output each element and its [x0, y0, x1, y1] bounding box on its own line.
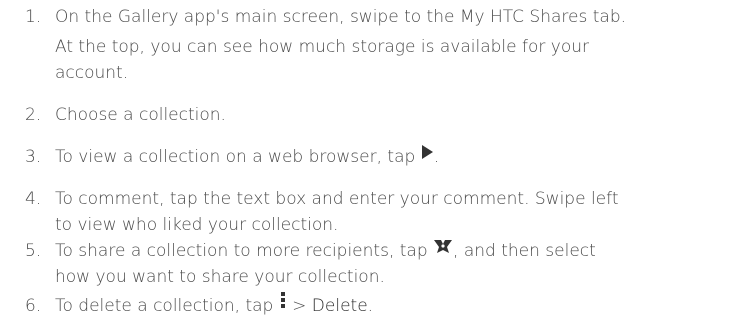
step-text-continued: how you want to share your collection.: [55, 267, 385, 287]
list-item: 4. To comment, tap the text box and ente…: [25, 186, 751, 238]
step-text: To view a collection on a web browser, t…: [55, 147, 421, 167]
step-text-end: , and then select: [453, 241, 596, 261]
list-item: 3. To view a collection on a web browser…: [25, 144, 751, 170]
delete-label: Delete: [311, 296, 368, 316]
step-text-line: To share a collection to more recipients…: [55, 238, 751, 264]
step-text: Choose a collection.: [55, 105, 226, 125]
step-number: 4.: [25, 189, 42, 209]
more-vertical-icon: [279, 291, 287, 317]
step-number: 3.: [25, 147, 42, 167]
step-number: 1.: [25, 7, 42, 27]
step-text: To delete a collection, tap: [55, 296, 279, 316]
step-text-separator: >: [286, 296, 312, 316]
step-number: 5.: [25, 241, 42, 261]
play-icon: [421, 142, 434, 168]
step-text: To share a collection to more recipients…: [55, 241, 434, 261]
step-text-end: .: [367, 296, 374, 316]
step-number: 2.: [25, 105, 42, 125]
step-note-continued: account.: [55, 63, 129, 83]
step-text: To comment, tap the text box and enter y…: [55, 189, 619, 209]
step-note: At the top, you can see how much storage…: [55, 37, 589, 57]
step-text-line: To delete a collection, tap > Delete.: [55, 291, 751, 319]
list-item: 5. To share a collection to more recipie…: [25, 238, 751, 290]
list-item: 2. Choose a collection.: [25, 102, 751, 128]
step-number: 6.: [25, 296, 42, 316]
step-text-continued: to view who liked your collection.: [55, 215, 339, 235]
list-item: 6. To delete a collection, tap > Delete.: [25, 291, 751, 319]
share-icon: [433, 236, 453, 262]
list-item: 1. On the Gallery app's main screen, swi…: [25, 4, 751, 86]
step-text-end: .: [433, 147, 440, 167]
step-text-line: To view a collection on a web browser, t…: [55, 144, 751, 170]
step-text: On the Gallery app's main screen, swipe …: [55, 7, 627, 27]
